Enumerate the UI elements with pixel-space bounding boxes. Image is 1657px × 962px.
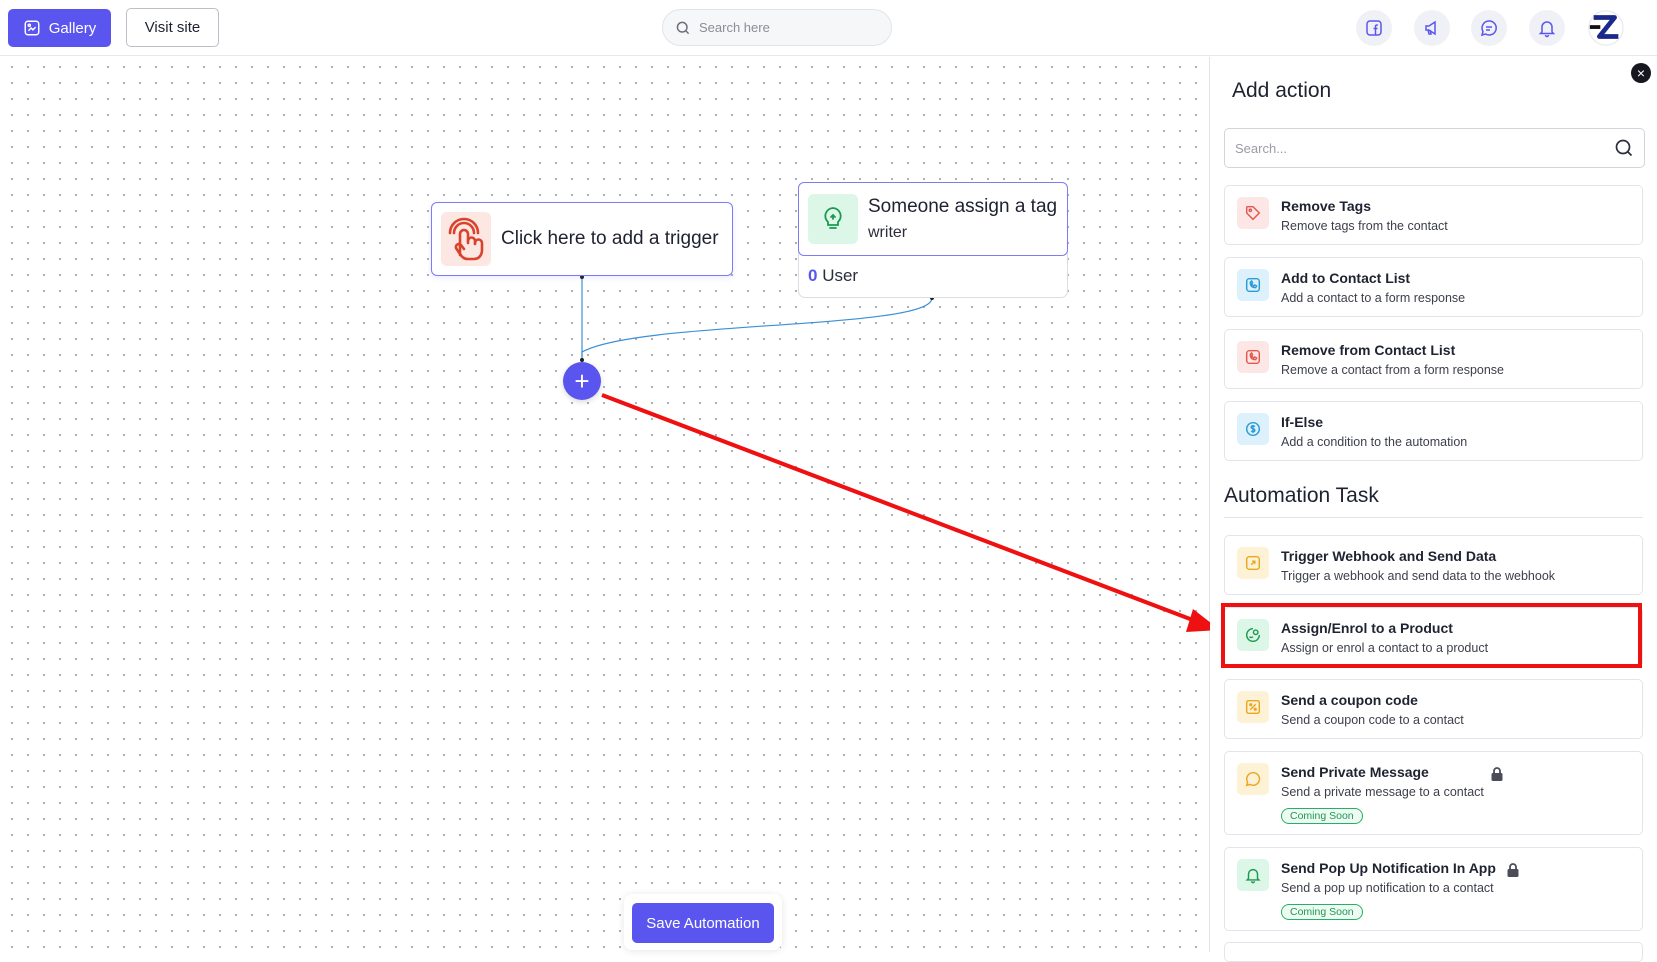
user-count-number: 0 xyxy=(808,266,818,285)
close-icon: × xyxy=(1636,65,1646,81)
bell-icon xyxy=(1538,21,1556,38)
tag-node-subtitle: writer xyxy=(868,224,908,241)
task-title: Trigger Webhook and Send Data xyxy=(1281,548,1497,564)
automation-task-heading: Automation Task xyxy=(1224,484,1379,507)
task-desc: Trigger a webhook and send data to the w… xyxy=(1281,569,1556,583)
task-desc: Send a coupon code to a contact xyxy=(1281,713,1464,727)
product-enrol-icon xyxy=(1237,619,1269,651)
visit-site-button[interactable]: Visit site xyxy=(126,8,219,47)
top-search-box[interactable] xyxy=(662,9,892,46)
action-desc: Add a condition to the automation xyxy=(1281,435,1468,449)
task-title: Send Private Message xyxy=(1281,764,1429,780)
task-desc: Assign or enrol a contact to a product xyxy=(1281,641,1489,655)
top-search-input[interactable] xyxy=(699,20,869,35)
action-title: If-Else xyxy=(1281,414,1324,430)
search-icon[interactable] xyxy=(1614,138,1634,158)
add-step-button[interactable]: + xyxy=(563,362,601,400)
panel-title: Add action xyxy=(1232,79,1332,102)
task-title: Send Pop Up Notification In App xyxy=(1281,860,1496,876)
lightbulb-icon xyxy=(824,207,842,229)
action-desc: Remove a contact from a form response xyxy=(1281,363,1505,377)
trigger-icon-box xyxy=(441,212,491,266)
coming-soon-badge: Coming Soon xyxy=(1281,904,1363,920)
task-desc: Send a private message to a contact xyxy=(1281,785,1484,799)
action-title: Remove Tags xyxy=(1281,198,1371,214)
trigger-node[interactable]: Click here to add a trigger xyxy=(431,202,733,276)
gallery-icon xyxy=(24,20,40,36)
facebook-icon xyxy=(1366,20,1382,36)
brand-logo-avatar[interactable] xyxy=(1587,9,1625,47)
action-desc: Add a contact to a form response xyxy=(1281,291,1466,305)
action-title: Add to Contact List xyxy=(1281,270,1411,286)
coupon-icon xyxy=(1237,691,1269,723)
task-card-assign-enrol-product[interactable]: Assign/Enrol to a Product Assign or enro… xyxy=(1224,607,1643,667)
lock-icon xyxy=(1507,863,1519,877)
facebook-button[interactable] xyxy=(1356,10,1392,46)
private-message-icon xyxy=(1237,763,1269,795)
tag-trigger-node[interactable]: Someone assign a tag writer 0 User xyxy=(798,182,1068,298)
task-title: Assign/Enrol to a Product xyxy=(1281,620,1453,636)
contact-remove-icon xyxy=(1237,341,1269,373)
action-card-add-to-contact-list[interactable]: Add to Contact List Add a contact to a f… xyxy=(1224,257,1643,317)
lock-icon xyxy=(1491,767,1503,781)
tag-node-header: Someone assign a tag writer xyxy=(798,182,1068,256)
action-title: Remove from Contact List xyxy=(1281,342,1456,358)
section-divider xyxy=(1224,517,1643,518)
tag-node-title: Someone assign a tag xyxy=(868,196,1058,217)
action-search-input[interactable] xyxy=(1235,140,1614,156)
gallery-button[interactable]: Gallery xyxy=(8,9,111,47)
trigger-label: Click here to add a trigger xyxy=(501,228,719,249)
chat-icon xyxy=(1480,20,1497,37)
condition-icon xyxy=(1237,413,1269,445)
plus-icon: + xyxy=(574,365,590,396)
notifications-button[interactable] xyxy=(1529,10,1565,46)
coming-soon-badge: Coming Soon xyxy=(1281,808,1363,824)
webhook-icon xyxy=(1237,547,1269,579)
tag-node-icon-box xyxy=(808,194,858,244)
action-desc: Remove tags from the contact xyxy=(1281,219,1448,233)
contact-add-icon xyxy=(1237,269,1269,301)
task-title: Send a coupon code xyxy=(1281,692,1418,708)
announcements-button[interactable] xyxy=(1414,10,1450,46)
task-card-partial[interactable] xyxy=(1224,942,1643,962)
visit-site-label: Visit site xyxy=(144,19,201,36)
task-card-send-private-message[interactable]: Send Private Message Send a private mess… xyxy=(1224,751,1643,835)
task-card-trigger-webhook[interactable]: Trigger Webhook and Send Data Trigger a … xyxy=(1224,535,1643,595)
tag-node-user-count: 0 User xyxy=(808,266,858,286)
action-card-remove-tags[interactable]: Remove Tags Remove tags from the contact xyxy=(1224,185,1643,245)
action-card-remove-from-contact-list[interactable]: Remove from Contact List Remove a contac… xyxy=(1224,329,1643,389)
megaphone-icon xyxy=(1425,20,1436,36)
user-count-label: User xyxy=(822,266,859,285)
chat-button[interactable] xyxy=(1471,10,1507,46)
task-desc: Send a pop up notification to a contact xyxy=(1281,881,1494,895)
popup-notification-icon xyxy=(1237,859,1269,891)
save-automation-label: Save Automation xyxy=(646,914,760,932)
action-card-if-else[interactable]: If-Else Add a condition to the automatio… xyxy=(1224,401,1643,461)
gallery-label: Gallery xyxy=(48,19,97,37)
search-icon xyxy=(676,21,690,34)
task-card-send-coupon[interactable]: Send a coupon code Send a coupon code to… xyxy=(1224,679,1643,739)
save-automation-button[interactable]: Save Automation xyxy=(632,903,774,943)
task-card-send-popup-notification[interactable]: Send Pop Up Notification In App Send a p… xyxy=(1224,847,1643,931)
action-search-box[interactable] xyxy=(1224,128,1645,168)
top-bar: Gallery Visit site xyxy=(0,0,1657,56)
close-panel-button[interactable]: × xyxy=(1631,63,1651,83)
tap-finger-icon xyxy=(448,217,484,261)
tag-icon xyxy=(1237,197,1269,229)
